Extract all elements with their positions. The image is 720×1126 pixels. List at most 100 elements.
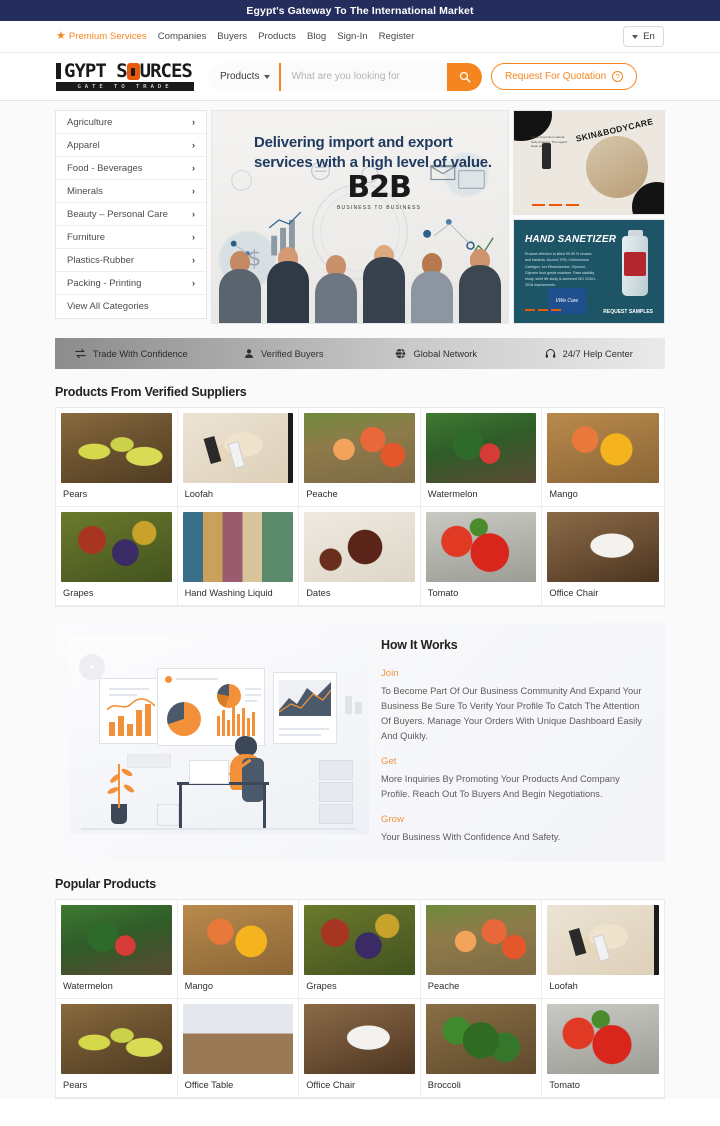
product-card[interactable]: Mango [177,900,300,1000]
product-image [61,1004,172,1075]
hero-row: Agriculture › Apparel › Food - Beverages › Min… [55,110,665,324]
hero-people-photo [212,237,508,323]
hero-b2b-badge: B2B BUSINESS TO BUSINESS [337,170,421,212]
search-button[interactable] [447,62,482,91]
category-item-beauty-personal-care[interactable]: Beauty – Personal Care › [56,203,206,226]
search-category-label: Products [220,71,260,82]
product-card[interactable]: Peache [420,900,543,1000]
category-item-furniture[interactable]: Furniture › [56,226,206,249]
side-banners: SKIN&BODYCARE Made of premium natural bo… [513,110,665,324]
nav-link-label: Products [258,31,296,42]
feature-trade-with-confidence[interactable]: Trade With Confidence [55,348,208,359]
side-banner-2-title: HAND SANETIZER [525,234,617,245]
logo-text-left: GYPT S [56,62,128,81]
product-card[interactable]: Broccoli [420,999,543,1099]
side-banner-1-subtext: Made of premium natural body products. T… [531,135,568,148]
feature-label: 24/7 Help Center [562,348,633,359]
feature-24-7-help-center[interactable]: 24/7 Help Center [513,348,666,359]
chevron-right-icon: › [192,186,195,196]
chevron-right-icon: › [192,117,195,127]
product-image [547,905,659,976]
product-label: Peache [306,489,338,499]
nav-link-sign-in[interactable]: Sign-In [337,31,367,42]
feature-bar: Trade With Confidence Verified Buyers Glob… [55,338,665,369]
how-it-works-title: How It Works [381,638,458,652]
product-image [547,1004,659,1075]
product-label: Grapes [306,981,337,992]
product-image [304,512,415,582]
globe-icon [395,348,406,359]
chevron-down-icon [632,34,639,39]
product-card[interactable]: Watermelon [420,408,543,507]
product-label: Mango [549,489,578,499]
product-card[interactable]: Hand Washing Liquid [177,507,300,606]
product-card[interactable]: Mango [542,408,664,507]
nav-link-blog[interactable]: Blog [307,31,326,42]
side-banner-2-request[interactable]: REQUEST SAMPLES [603,309,653,315]
side-banner-hand-sanitizer[interactable]: HAND SANETIZER Product effective to kill… [513,219,665,324]
nav-link-register[interactable]: Register [379,31,415,42]
search-input[interactable] [281,62,447,91]
side-banner-2-body: Product effective to killed 99.99 % viru… [525,252,597,288]
announcement-bar: Egypt's Gateway To The International Mar… [0,0,720,21]
category-item-label: View All Categories [67,301,149,312]
category-item-apparel[interactable]: Apparel › [56,134,206,157]
product-label: Tomato [549,1080,580,1091]
category-item-minerals[interactable]: Minerals › [56,180,206,203]
category-item-view-all-categories[interactable]: View All Categories [56,295,206,318]
rfq-label: Request For Quotation [505,71,607,82]
category-item-label: Food - Beverages [67,162,143,174]
category-item-packing-printing[interactable]: Packing - Printing › [56,272,206,295]
chevron-right-icon: › [192,278,195,288]
category-item-label: Plastics-Rubber [67,254,135,266]
product-label: Mango [184,981,214,992]
product-image [547,512,659,582]
side-banner-skin-body-care[interactable]: SKIN&BODYCARE Made of premium natural bo… [513,110,665,215]
hero-b2b-title: B2B [347,170,412,205]
request-for-quotation-button[interactable]: Request For Quotation ? [491,63,638,90]
product-card[interactable]: Pears [56,408,178,507]
how-it-works-step-label-grow: Grow [381,814,404,826]
product-image [425,905,537,976]
nav-link-label: Premium Services [68,31,147,42]
search-box: Products [208,62,482,91]
category-item-label: Beauty – Personal Care [67,208,168,220]
product-card[interactable]: Office Chair [542,507,664,606]
product-card[interactable]: Watermelon [56,900,178,1000]
product-label: Loofah [184,489,214,499]
product-label: Watermelon [427,489,478,499]
nav-link-buyers[interactable]: Buyers [217,31,247,42]
product-label: Watermelon [63,981,113,992]
product-card[interactable]: Office Table [177,999,300,1099]
product-card[interactable]: Peache [299,408,421,507]
site-logo[interactable]: GYPT S URCES GATE TO TRADE [56,62,194,91]
category-item-food-beverages[interactable]: Food - Beverages › [56,157,206,180]
feature-verified-buyers[interactable]: Verified Buyers [208,348,361,359]
product-label: Hand Washing Liquid [184,588,273,598]
verified-products-grid: Pears Loofah Peache Watermelon Mango Grapes Ha… [55,407,665,607]
product-card[interactable]: Grapes [299,900,421,1000]
nav-link-products[interactable]: Products [258,31,296,42]
category-item-label: Apparel [67,139,100,151]
search-category-dropdown[interactable]: Products [208,62,282,91]
nav-link-companies[interactable]: Companies [158,31,207,42]
product-card[interactable]: Pears [56,999,178,1099]
product-card[interactable]: Office Chair [299,999,421,1099]
nav-link-label: Register [378,31,415,42]
product-card[interactable]: Tomato [542,999,664,1099]
nav-link-premium-services[interactable]: ★ Premium Services [56,31,147,43]
chevron-right-icon: › [192,140,195,150]
category-item-agriculture[interactable]: Agriculture › [56,111,206,134]
product-card[interactable]: Grapes [56,507,178,606]
feature-global-network[interactable]: Global Network [360,348,513,359]
product-card[interactable]: Tomato [420,507,543,606]
language-label: En [643,31,655,42]
nav-link-label: Sign-In [337,31,368,42]
product-card[interactable]: Loofah [177,408,300,507]
category-item-plastics-rubber[interactable]: Plastics-Rubber › [56,249,206,272]
chevron-down-icon [264,74,271,79]
product-card[interactable]: Dates [299,507,421,606]
hero-banner[interactable]: $ Delivering import and export services … [211,110,509,324]
language-selector[interactable]: En [623,26,664,47]
product-card[interactable]: Loofah [542,900,664,1000]
